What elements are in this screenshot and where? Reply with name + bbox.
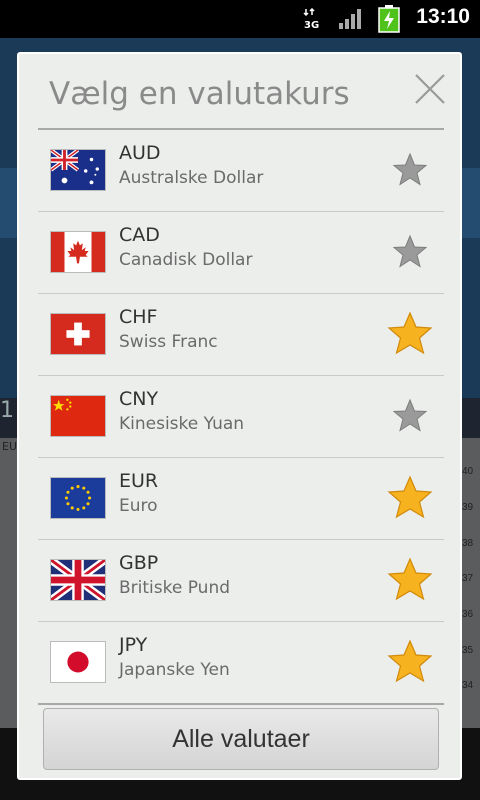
china-flag-icon — [50, 395, 106, 437]
currency-list: AUD Australske Dollar CAD Canadisk Dolla… — [38, 130, 444, 705]
star-filled-icon[interactable] — [386, 310, 434, 358]
star-filled-icon[interactable] — [386, 556, 434, 604]
clock: 13:10 — [416, 5, 470, 28]
close-icon[interactable] — [413, 72, 447, 106]
currency-name: Swiss Franc — [119, 332, 218, 352]
currency-row-cny[interactable]: CNY Kinesiske Yuan — [38, 376, 444, 458]
currency-name: Japanske Yen — [119, 660, 230, 680]
axis-tick: 35 — [462, 645, 474, 656]
axis-tick: 40 — [462, 466, 474, 477]
axis-tick: 37 — [462, 573, 474, 584]
axis-tick: 36 — [462, 609, 474, 620]
currency-row-eur[interactable]: EUR Euro — [38, 458, 444, 540]
svg-text:3G: 3G — [304, 20, 319, 30]
canada-flag-icon — [50, 231, 106, 273]
currency-picker-dialog: Vælg en valutakurs AUD Australske Dollar… — [17, 52, 462, 780]
3g-data-icon: 3G — [303, 8, 319, 30]
currency-code: CNY — [119, 388, 159, 410]
axis-tick: 34 — [462, 680, 474, 691]
currency-name: Australske Dollar — [119, 168, 264, 188]
currency-row-cad[interactable]: CAD Canadisk Dollar — [38, 212, 444, 294]
star-filled-icon[interactable] — [386, 638, 434, 686]
dialog-title: Vælg en valutakurs — [49, 76, 350, 112]
currency-name: Britiske Pund — [119, 578, 231, 598]
background-chart-label: EU — [2, 440, 18, 453]
star-outline-icon[interactable] — [386, 392, 434, 440]
currency-row-aud[interactable]: AUD Australske Dollar — [38, 130, 444, 212]
status-bar: 3G 13:10 — [0, 0, 480, 38]
currency-row-jpy[interactable]: JPY Japanske Yen — [38, 622, 444, 705]
eu-flag-icon — [50, 477, 106, 519]
japan-flag-icon — [50, 641, 106, 683]
australia-flag-icon — [50, 149, 106, 191]
battery-charging-icon — [378, 5, 400, 33]
currency-code: CHF — [119, 306, 158, 328]
all-currencies-button[interactable]: Alle valutaer — [43, 708, 439, 770]
axis-tick: 38 — [462, 538, 474, 549]
currency-name: Canadisk Dollar — [119, 250, 253, 270]
currency-row-gbp[interactable]: GBP Britiske Pund — [38, 540, 444, 622]
currency-code: CAD — [119, 224, 160, 246]
currency-code: JPY — [119, 634, 148, 656]
currency-row-chf[interactable]: CHF Swiss Franc — [38, 294, 444, 376]
currency-name: Kinesiske Yuan — [119, 414, 245, 434]
star-filled-icon[interactable] — [386, 474, 434, 522]
uk-flag-icon — [50, 559, 106, 601]
currency-code: EUR — [119, 470, 159, 492]
axis-tick: 39 — [462, 502, 474, 513]
currency-name: Euro — [119, 496, 158, 516]
star-outline-icon[interactable] — [386, 146, 434, 194]
currency-code: AUD — [119, 142, 161, 164]
signal-icon — [339, 9, 361, 29]
star-outline-icon[interactable] — [386, 228, 434, 276]
switzerland-flag-icon — [50, 313, 106, 355]
currency-code: GBP — [119, 552, 159, 574]
